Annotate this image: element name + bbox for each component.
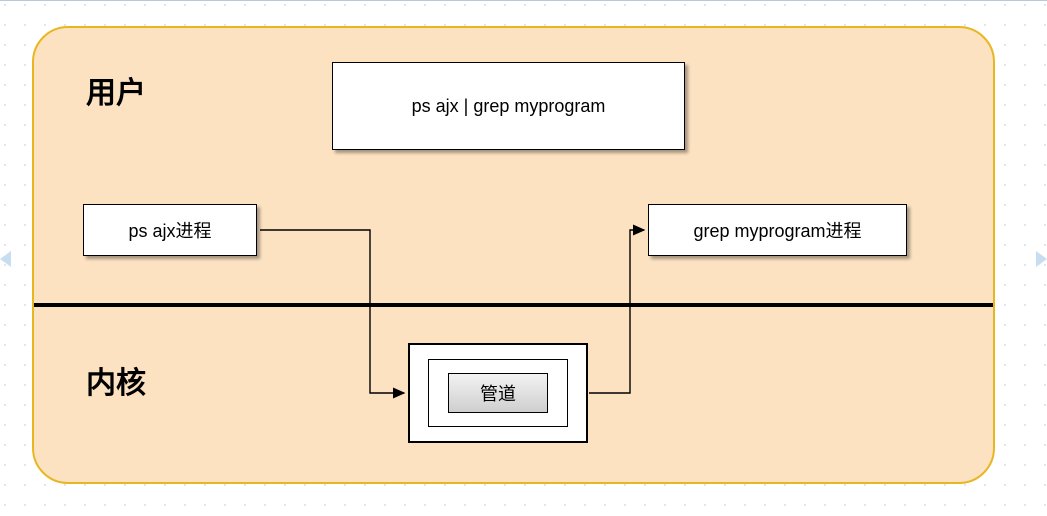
- grep-process-text: grep myprogram进程: [693, 217, 861, 243]
- command-text: ps ajx | grep myprogram: [412, 96, 606, 117]
- ps-process-box: ps ajx进程: [83, 204, 257, 256]
- page-edge: [0, 0, 1047, 1]
- user-space-label: 用户: [86, 68, 146, 112]
- pipe-box-inner: 管道: [448, 373, 548, 413]
- user-kernel-divider: [34, 303, 993, 307]
- pipe-box-outer: 管道: [408, 343, 588, 443]
- ps-process-text: ps ajx进程: [128, 217, 211, 243]
- kernel-space-label: 内核: [86, 358, 146, 402]
- command-box: ps ajx | grep myprogram: [332, 62, 685, 150]
- grep-process-box: grep myprogram进程: [648, 204, 907, 256]
- page-arrow-left-icon: [0, 251, 11, 267]
- pipe-label: 管道: [480, 380, 516, 406]
- page-arrow-right-icon: [1036, 251, 1047, 267]
